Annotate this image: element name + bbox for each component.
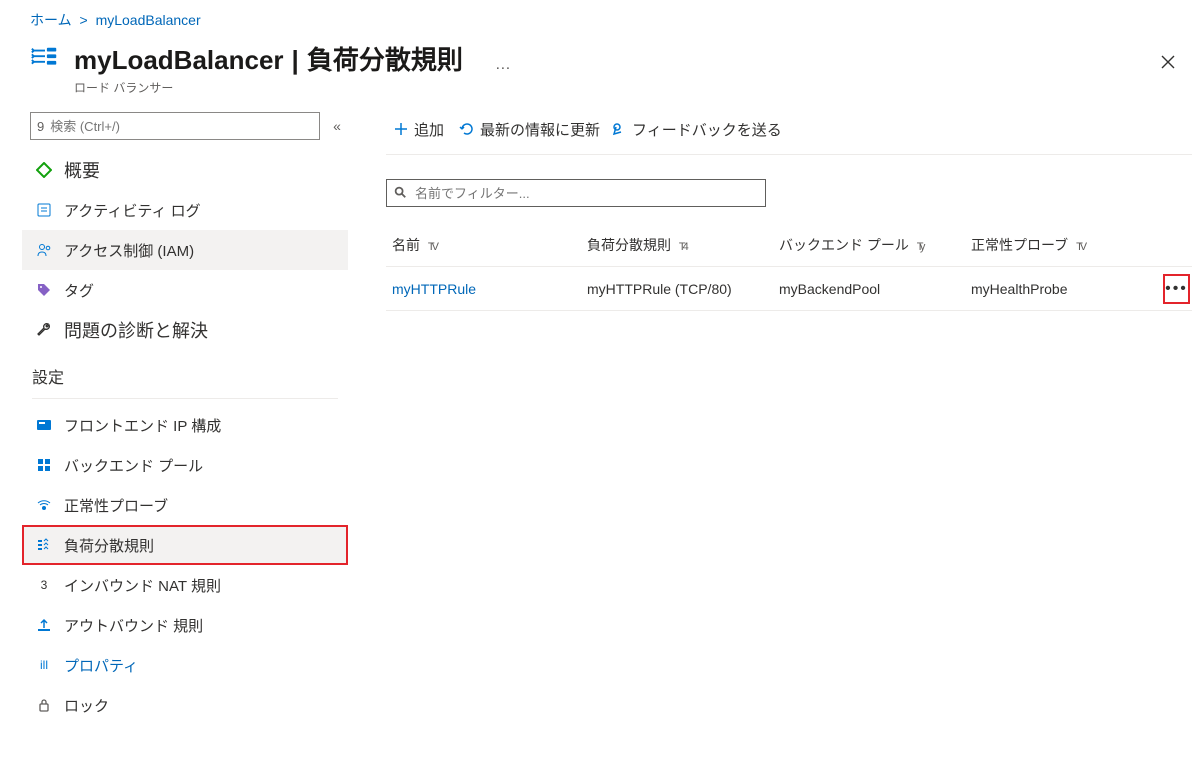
rules-table: 名前 TV 負荷分散規則 T4 バックエンド プール Ty 正常性プローブ TV [386,223,1192,311]
sidebar-item-properties[interactable]: ill プロパティ [22,645,348,685]
sidebar-item-backend-pool[interactable]: バックエンド プール [22,445,348,485]
add-button[interactable]: 追加 [386,115,450,144]
sidebar-item-activity-log[interactable]: アクティビティ ログ [22,190,348,230]
sidebar-item-label: フロントエンド IP 構成 [64,415,221,436]
pool-cell: myBackendPool [773,281,965,297]
sidebar-item-label: アクティビティ ログ [64,200,201,221]
close-button[interactable] [1154,48,1182,76]
search-badge: 9 [37,119,44,134]
add-label: 追加 [414,119,444,140]
header-more-button[interactable]: … [495,56,511,74]
log-icon [32,202,56,218]
nat-icon: 3 [32,578,56,592]
sidebar-section-label: 設定 [32,364,64,388]
more-icon: ••• [1165,280,1188,298]
page-title-resource: myLoadBalancer [74,45,284,76]
filter-input[interactable] [413,185,759,202]
col-header-probe-label: 正常性プローブ [971,237,1068,253]
sort-icon: TV [428,241,436,253]
blade-header: myLoadBalancer | 負荷分散規則 … ロード バランサー [10,34,1200,110]
wrench-icon [32,322,56,338]
sidebar-item-locks[interactable]: ロック [22,685,348,725]
sidebar-item-label: インバウンド NAT 規則 [64,575,221,596]
probe-cell: myHealthProbe [965,281,1157,297]
diamond-icon [32,162,56,178]
backend-icon [32,457,56,473]
sidebar-item-label: タグ [64,280,94,301]
sidebar-item-label: 問題の診断と解決 [64,317,208,343]
props-prefix: ill [40,658,48,672]
sidebar-item-lb-rules[interactable]: 負荷分散規則 [22,525,348,565]
frontend-icon [32,417,56,433]
sidebar-collapse-button[interactable]: « [326,118,348,134]
sort-icon: Ty [917,241,923,253]
nat-prefix: 3 [41,578,48,592]
table-row: myHTTPRule myHTTPRule (TCP/80) myBackend… [386,267,1192,311]
sidebar: 9 « 概要 アクティビティ ログ [22,110,352,766]
sidebar-item-outbound-rules[interactable]: アウトバウンド 規則 [22,605,348,645]
resource-type-label: ロード バランサー [74,79,511,96]
page-title-sub: 負荷分散規則 [307,40,463,77]
breadcrumb-resource[interactable]: myLoadBalancer [96,12,201,28]
sidebar-item-tags[interactable]: タグ [22,270,348,310]
lb-rules-icon [32,537,56,553]
sidebar-item-diagnose[interactable]: 問題の診断と解決 [22,310,348,350]
load-balancer-icon [30,44,60,74]
col-header-pool[interactable]: バックエンド プール Ty [773,235,965,255]
col-header-name-label: 名前 [392,237,420,253]
rule-cell: myHTTPRule (TCP/80) [581,281,773,297]
sidebar-item-label: 概要 [64,157,100,183]
col-header-rule[interactable]: 負荷分散規則 T4 [581,235,773,255]
row-more-button[interactable]: ••• [1163,274,1190,304]
sidebar-item-label: アクセス制御 (IAM) [64,240,194,261]
search-icon [393,185,413,202]
sidebar-item-frontend-ip[interactable]: フロントエンド IP 構成 [22,405,348,445]
lock-icon [32,697,56,713]
outbound-icon [32,617,56,633]
breadcrumb-sep: > [75,12,91,28]
sidebar-item-label: アウトバウンド 規則 [64,615,203,636]
properties-icon: ill [32,658,56,672]
col-header-rule-label: 負荷分散規則 [587,237,671,253]
sidebar-item-overview[interactable]: 概要 [22,150,348,190]
probe-icon [32,497,56,513]
sidebar-item-iam[interactable]: アクセス制御 (IAM) [22,230,348,270]
sidebar-search-input[interactable] [48,118,313,135]
feedback-button[interactable]: フィードバックを送る [608,115,788,144]
table-header: 名前 TV 負荷分散規則 T4 バックエンド プール Ty 正常性プローブ TV [386,223,1192,267]
main-content: 追加 最新の情報に更新 フィードバックを送る [352,110,1200,766]
sidebar-item-label: プロパティ [64,655,138,676]
breadcrumb: ホーム > myLoadBalancer [10,0,1200,34]
sidebar-item-nat-rules[interactable]: 3 インバウンド NAT 規則 [22,565,348,605]
feedback-icon [610,120,628,138]
page-title-sep: | [292,45,299,76]
sidebar-item-label: 正常性プローブ [64,495,168,516]
toolbar-divider [386,154,1192,155]
tag-icon [32,282,56,298]
sidebar-item-label: ロック [64,695,109,716]
sidebar-item-label: 負荷分散規則 [64,535,154,556]
sidebar-item-label: バックエンド プール [64,455,203,476]
sort-icon: TV [1076,241,1084,253]
sort-icon: T4 [679,241,686,253]
plus-icon [392,120,410,138]
col-header-pool-label: バックエンド プール [779,237,909,253]
sidebar-item-health-probe[interactable]: 正常性プローブ [22,485,348,525]
col-header-probe[interactable]: 正常性プローブ TV [965,235,1157,255]
sidebar-divider [32,398,338,399]
breadcrumb-home[interactable]: ホーム [30,12,72,28]
filter-box[interactable] [386,179,766,207]
people-icon [32,242,56,258]
rule-name-link[interactable]: myHTTPRule [392,281,476,297]
refresh-label: 最新の情報に更新 [480,119,600,140]
col-header-name[interactable]: 名前 TV [386,235,581,255]
refresh-button[interactable]: 最新の情報に更新 [452,115,606,144]
sidebar-search[interactable]: 9 [30,112,320,140]
toolbar: 追加 最新の情報に更新 フィードバックを送る [386,110,1192,148]
sidebar-section-settings: 設定 [22,350,348,394]
refresh-icon [458,120,476,138]
feedback-label: フィードバックを送る [632,119,782,140]
